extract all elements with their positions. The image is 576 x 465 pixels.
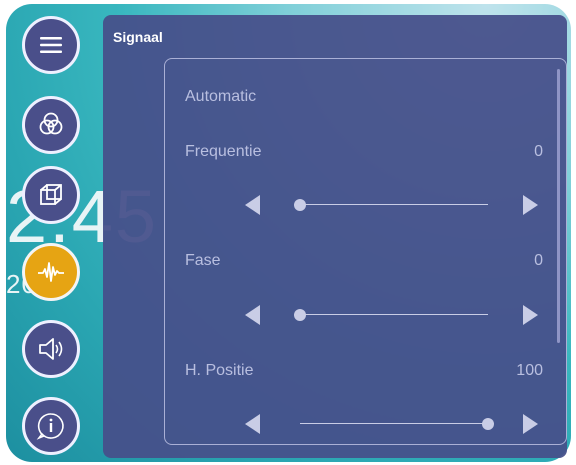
- info-button[interactable]: [22, 397, 80, 455]
- signal-settings-button[interactable]: [22, 243, 80, 301]
- fase-value: 0: [534, 252, 543, 269]
- frequentie-value: 0: [534, 143, 543, 160]
- menu-icon: [40, 37, 62, 53]
- fase-label: Fase: [185, 252, 221, 269]
- frequentie-slider-thumb[interactable]: [294, 199, 306, 211]
- fase-slider-track[interactable]: [300, 314, 488, 315]
- menu-button[interactable]: [22, 16, 80, 74]
- signal-panel: Signaal Automatic Frequentie 0 Fase 0 H.…: [103, 15, 567, 458]
- h-positie-decrease-arrow-icon[interactable]: [245, 414, 260, 434]
- fase-increase-arrow-icon[interactable]: [523, 305, 538, 325]
- fase-slider-thumb[interactable]: [294, 309, 306, 321]
- audio-settings-button[interactable]: [22, 320, 80, 378]
- h-positie-value: 100: [516, 362, 543, 379]
- automatic-option[interactable]: Automatic: [185, 88, 256, 106]
- waveform-icon: [38, 262, 64, 282]
- color-settings-button[interactable]: [22, 96, 80, 154]
- frequentie-increase-arrow-icon[interactable]: [523, 195, 538, 215]
- h-positie-slider-thumb[interactable]: [482, 418, 494, 430]
- sidebar: [0, 0, 100, 465]
- frequentie-slider-track[interactable]: [300, 204, 488, 205]
- scrollbar[interactable]: [557, 69, 560, 343]
- h-positie-label: H. Positie: [185, 362, 254, 379]
- h-positie-slider[interactable]: [245, 412, 545, 436]
- fase-decrease-arrow-icon[interactable]: [245, 305, 260, 325]
- screen: 2:45 2020: [0, 0, 576, 465]
- panel-title: Signaal: [113, 29, 163, 45]
- frequentie-label: Frequentie: [185, 143, 262, 160]
- speaker-icon: [39, 338, 63, 360]
- color-circles-icon: [39, 112, 63, 135]
- frequentie-decrease-arrow-icon[interactable]: [245, 195, 260, 215]
- fase-slider[interactable]: [245, 303, 545, 327]
- frequentie-slider[interactable]: [245, 193, 545, 217]
- h-positie-increase-arrow-icon[interactable]: [523, 414, 538, 434]
- signal-settings-list: Automatic Frequentie 0 Fase 0 H. Positie…: [164, 58, 567, 445]
- info-icon: [36, 413, 64, 440]
- cube-icon: [40, 184, 62, 205]
- h-positie-slider-track[interactable]: [300, 423, 488, 424]
- display-settings-button[interactable]: [22, 166, 80, 224]
